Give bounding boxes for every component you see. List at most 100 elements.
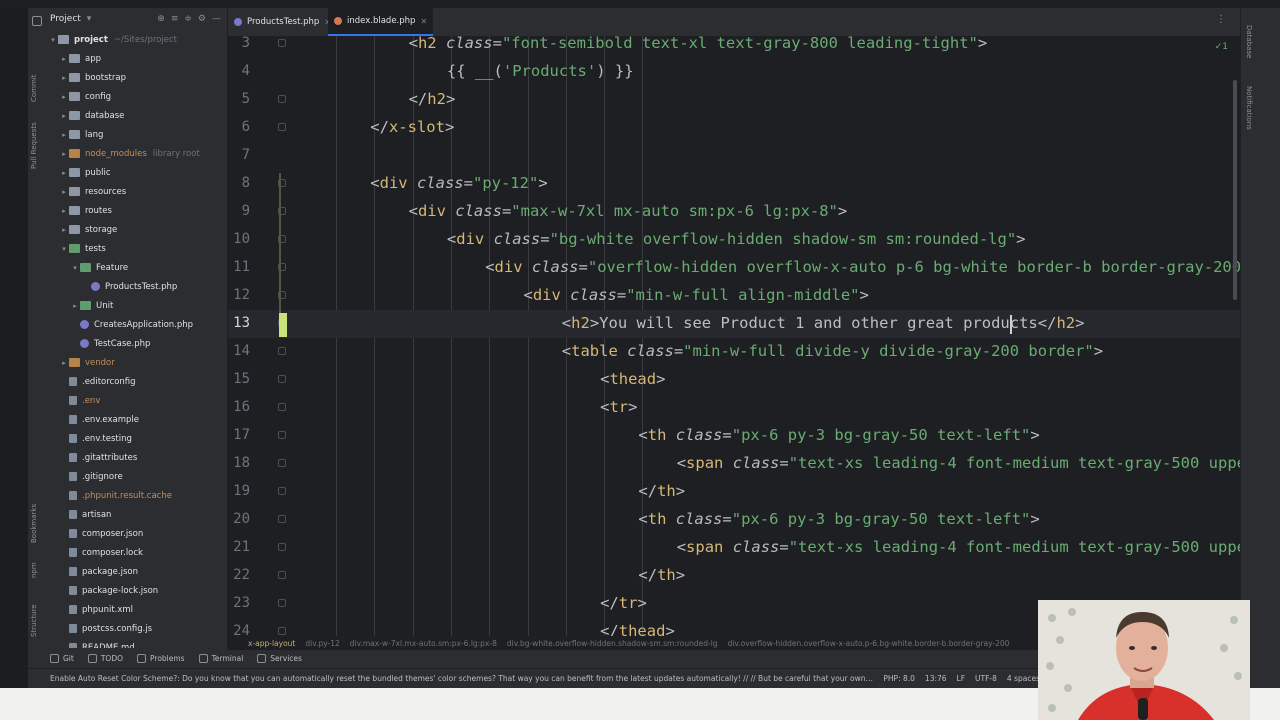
code-editor[interactable]: ✓1 3 <h2 class="font-semibold text-xl tex… — [228, 36, 1240, 636]
line-number[interactable]: 18 — [228, 455, 250, 471]
line-number[interactable]: 21 — [228, 539, 250, 555]
tool-window-terminal[interactable]: Terminal — [198, 653, 243, 663]
code-line[interactable]: 11 <div class="overflow-hidden overflow-x… — [228, 254, 1240, 282]
code-line[interactable]: 16 <tr> — [228, 394, 1240, 422]
line-number[interactable]: 13 — [228, 315, 250, 331]
database-tool-label[interactable]: Database — [1241, 22, 1253, 62]
tree-item[interactable]: ▸ app — [59, 49, 101, 68]
fold-marker-icon[interactable] — [278, 39, 286, 47]
npm-tool-label[interactable]: npm — [30, 560, 44, 580]
code-line[interactable]: 13 <h2>You will see Product 1 and other g… — [228, 310, 1240, 338]
line-number[interactable]: 14 — [228, 343, 250, 359]
line-number[interactable]: 9 — [228, 203, 250, 219]
tree-item[interactable]: ▾ tests — [59, 239, 106, 258]
line-number[interactable]: 4 — [228, 63, 250, 79]
code-line[interactable]: 18 <span class="text-xs leading-4 font-me… — [228, 450, 1240, 478]
chevron-right-icon[interactable]: ▸ — [59, 359, 69, 367]
tree-item[interactable]: ▸ vendor — [59, 353, 115, 372]
expand-all-icon[interactable]: ≡ — [171, 14, 179, 24]
tree-item[interactable]: CreatesApplication.php — [70, 315, 193, 334]
code-line[interactable]: 9 <div class="max-w-7xl mx-auto sm:px-6 l… — [228, 198, 1240, 226]
code-line[interactable]: 8 <div class="py-12"> — [228, 170, 1240, 198]
breadcrumb-item[interactable]: div.py-12 — [305, 639, 339, 648]
structure-tool-label[interactable]: Structure — [30, 598, 44, 643]
code-line[interactable]: 20 <th class="px-6 py-3 bg-gray-50 text-l… — [228, 506, 1240, 534]
tool-window-services[interactable]: Services — [257, 653, 302, 663]
tab-products-test[interactable]: ProductsTest.php ✕ — [228, 8, 337, 36]
chevron-right-icon[interactable]: ▸ — [59, 112, 69, 120]
tree-item[interactable]: phpunit.xml — [59, 600, 133, 619]
line-number[interactable]: 15 — [228, 371, 250, 387]
modified-marker[interactable] — [279, 173, 281, 313]
tree-item[interactable]: package.json — [59, 562, 138, 581]
chevron-right-icon[interactable]: ▸ — [59, 226, 69, 234]
line-number[interactable]: 20 — [228, 511, 250, 527]
fold-marker-icon[interactable] — [278, 123, 286, 131]
hide-icon[interactable]: — — [212, 14, 221, 24]
tree-item[interactable]: .env — [59, 391, 100, 410]
chevron-down-icon[interactable]: ▾ — [59, 245, 69, 253]
file-encoding[interactable]: UTF-8 — [975, 674, 997, 683]
tree-item[interactable]: ▸ bootstrap — [59, 68, 126, 87]
tree-item[interactable]: composer.lock — [59, 543, 143, 562]
line-number[interactable]: 23 — [228, 595, 250, 611]
close-icon[interactable]: ✕ — [420, 17, 427, 26]
fold-marker-icon[interactable] — [278, 599, 286, 607]
tree-item[interactable]: artisan — [59, 505, 111, 524]
fold-marker-icon[interactable] — [278, 459, 286, 467]
chevron-right-icon[interactable]: ▸ — [70, 302, 80, 310]
gear-icon[interactable]: ⚙ — [198, 14, 206, 24]
chevron-down-icon[interactable]: ▾ — [87, 14, 92, 24]
pull-requests-tool-label[interactable]: Pull Requests — [30, 116, 44, 176]
chevron-right-icon[interactable]: ▸ — [59, 93, 69, 101]
tree-item[interactable]: ▸ storage — [59, 220, 117, 239]
tree-item[interactable]: ▸ resources — [59, 182, 126, 201]
tree-item[interactable]: composer.json — [59, 524, 143, 543]
fold-marker-icon[interactable] — [278, 375, 286, 383]
fold-marker-icon[interactable] — [278, 571, 286, 579]
project-tool-icon[interactable] — [32, 16, 42, 26]
tree-item[interactable]: ProductsTest.php — [81, 277, 177, 296]
line-number[interactable]: 16 — [228, 399, 250, 415]
breadcrumb-item[interactable]: div.max-w-7xl.mx-auto.sm:px-6.lg:px-8 — [350, 639, 497, 648]
bookmarks-tool-label[interactable]: Bookmarks — [30, 498, 44, 548]
chevron-right-icon[interactable]: ▸ — [59, 55, 69, 63]
chevron-right-icon[interactable]: ▸ — [59, 131, 69, 139]
code-line[interactable]: 3 <h2 class="font-semibold text-xl text-g… — [228, 36, 1240, 58]
chevron-right-icon[interactable]: ▸ — [59, 207, 69, 215]
editor-scrollbar[interactable] — [1233, 80, 1237, 300]
tree-item[interactable]: .gitignore — [59, 467, 123, 486]
tree-item[interactable]: TestCase.php — [70, 334, 150, 353]
code-line[interactable]: 19 </th> — [228, 478, 1240, 506]
line-number[interactable]: 5 — [228, 91, 250, 107]
line-number[interactable]: 8 — [228, 175, 250, 191]
chevron-down-icon[interactable]: ▾ — [48, 36, 58, 44]
tree-item[interactable]: ▸ public — [59, 163, 110, 182]
tree-item[interactable]: ▸ config — [59, 87, 111, 106]
chevron-right-icon[interactable]: ▸ — [59, 150, 69, 158]
line-ending[interactable]: LF — [957, 674, 966, 683]
tool-window-problems[interactable]: Problems — [137, 653, 185, 663]
tree-item[interactable]: postcss.config.js — [59, 619, 152, 638]
status-message[interactable]: Enable Auto Reset Color Scheme?: Do you … — [50, 674, 873, 683]
code-line[interactable]: 21 <span class="text-xs leading-4 font-me… — [228, 534, 1240, 562]
code-line[interactable]: 22 </th> — [228, 562, 1240, 590]
fold-marker-icon[interactable] — [278, 95, 286, 103]
tree-item[interactable]: .phpunit.result.cache — [59, 486, 172, 505]
tree-item[interactable]: ▸ lang — [59, 125, 103, 144]
notifications-tool-label[interactable]: Notifications — [1241, 78, 1253, 138]
chevron-right-icon[interactable]: ▸ — [59, 169, 69, 177]
tree-item[interactable]: .editorconfig — [59, 372, 136, 391]
fold-marker-icon[interactable] — [278, 431, 286, 439]
tool-window-git[interactable]: Git — [50, 653, 74, 663]
tree-item[interactable]: README.md — [59, 638, 135, 648]
code-line[interactable]: 6 </x-slot> — [228, 114, 1240, 142]
chevron-right-icon[interactable]: ▸ — [59, 188, 69, 196]
tree-item[interactable]: ▾ Feature — [70, 258, 128, 277]
locate-icon[interactable]: ⊕ — [157, 14, 165, 24]
line-number[interactable]: 7 — [228, 147, 250, 163]
code-line[interactable]: 14 <table class="min-w-full divide-y divi… — [228, 338, 1240, 366]
breadcrumb-item[interactable]: div.overflow-hidden.overflow-x-auto.p-6.… — [728, 639, 1010, 648]
fold-marker-icon[interactable] — [278, 515, 286, 523]
line-number[interactable]: 6 — [228, 119, 250, 135]
